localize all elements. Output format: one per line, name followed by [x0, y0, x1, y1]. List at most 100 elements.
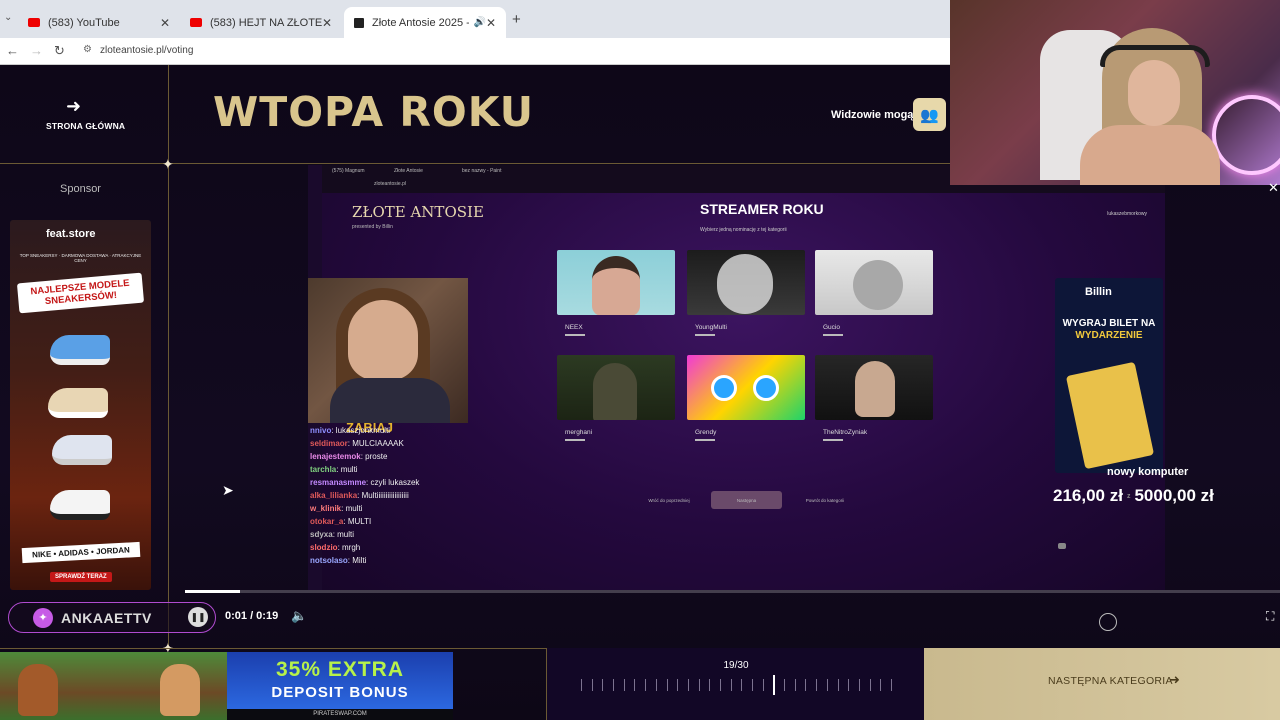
- pager-tick[interactable]: [591, 679, 593, 691]
- nominee-name: merghani: [565, 429, 593, 436]
- pager-tick-current[interactable]: [773, 675, 776, 695]
- ad-brand: feat.store: [46, 228, 96, 240]
- pager-tick[interactable]: [858, 679, 860, 691]
- pager-tick[interactable]: [698, 679, 700, 691]
- pager-tick[interactable]: [634, 679, 636, 691]
- pager-tick[interactable]: [741, 679, 743, 691]
- audio-icon[interactable]: 🔊: [473, 17, 485, 28]
- pager-tick[interactable]: [880, 679, 882, 691]
- chat-message: lenajestemok: proste: [310, 452, 388, 461]
- pager-tick[interactable]: [613, 679, 615, 691]
- pager-tick[interactable]: [794, 679, 796, 691]
- reload-icon[interactable]: ↻: [54, 43, 65, 59]
- chat-message: nnivo: lukaszjonkmulti: [310, 426, 391, 435]
- address-bar: ← → ↻ ⚙ zloteantosie.pl/voting: [0, 38, 950, 65]
- youtube-icon: [190, 18, 202, 27]
- new-tab-icon[interactable]: +: [512, 11, 521, 28]
- viewers-button[interactable]: 👥: [913, 98, 946, 131]
- nominee-image: [815, 250, 933, 315]
- close-icon[interactable]: ✕: [1268, 180, 1279, 196]
- inner-chat: nnivo: lukaszjonkmulti seldimaor: MULCIAA…: [310, 424, 480, 567]
- chat-text: Milti: [352, 556, 367, 565]
- pager-tick[interactable]: [666, 679, 668, 691]
- chat-text: czyli lukaszek: [370, 478, 420, 487]
- chat-username: tarchla: [310, 465, 337, 474]
- pager-tick[interactable]: [784, 679, 786, 691]
- nominee-bar: [565, 334, 585, 336]
- screen: ⌄ (583) YouTube ✕ (583) HEJT NA ZŁOTE AN…: [0, 0, 1280, 720]
- close-icon[interactable]: ✕: [160, 16, 170, 30]
- pager-tick[interactable]: [709, 679, 711, 691]
- fullscreen-icon[interactable]: ⛶: [1266, 609, 1274, 624]
- home-arrow-icon[interactable]: ➜: [66, 96, 81, 117]
- page-title: WTOPA ROKU: [213, 88, 535, 136]
- nominee-bar: [823, 439, 843, 441]
- pager-tick[interactable]: [805, 679, 807, 691]
- chat-message: slodzio: mrgh: [310, 543, 361, 552]
- pause-button[interactable]: ❚❚: [188, 607, 208, 627]
- pager-tick[interactable]: [623, 679, 625, 691]
- ticket-image: [1065, 361, 1155, 470]
- pager-tick[interactable]: [837, 679, 839, 691]
- site-info-icon[interactable]: ⚙: [83, 44, 92, 55]
- pager-tick[interactable]: [826, 679, 828, 691]
- pager-tick[interactable]: [602, 679, 604, 691]
- video-player[interactable]: (575) Magnum Złote Antosie bez nazwy - P…: [308, 165, 1165, 590]
- inner-ad-brand: Billin: [1085, 286, 1112, 298]
- tab-title: (583) YouTube: [48, 16, 120, 29]
- chat-message: seldimaor: MULCIAAAAK: [310, 439, 404, 448]
- pager-tick[interactable]: [891, 679, 892, 691]
- back-icon[interactable]: ←: [6, 43, 19, 58]
- url-field[interactable]: zloteantosie.pl/voting: [100, 45, 193, 56]
- ad-topline: TOP SNEAKERSY · DARMOWA DOSTAWA · ATRAKC…: [19, 253, 142, 263]
- pager-tick[interactable]: [730, 679, 732, 691]
- twitch-channel-badge: ✦ ANKAAETTV: [8, 602, 216, 633]
- tab-hejt[interactable]: (583) HEJT NA ZŁOTE ANTOSIE ✕: [180, 7, 342, 38]
- nominee-bar: [565, 439, 585, 441]
- nominee-name: YoungMulti: [695, 324, 727, 331]
- inner-tab: Złote Antosie: [394, 168, 423, 174]
- pager-tick[interactable]: [687, 679, 689, 691]
- tab-zlote-antosie[interactable]: Złote Antosie 2025 - Najwię 🔊 ✕: [344, 7, 506, 38]
- pager-tick[interactable]: [869, 679, 871, 691]
- pager-tick[interactable]: [762, 679, 764, 691]
- ad-headline: NAJLEPSZE MODELE SNEAKERSÓW!: [16, 272, 145, 314]
- next-category-button[interactable]: NASTĘPNA KATEGORIA ➜: [924, 648, 1280, 720]
- inner-categories-button: Powrót do kategorii: [805, 497, 845, 503]
- users-icon: 👥: [920, 106, 939, 124]
- headphones-icon: [1100, 45, 1210, 67]
- volume-icon[interactable]: 🔈: [291, 608, 307, 624]
- video-progress-track[interactable]: [185, 590, 1280, 593]
- next-category-label: NASTĘPNA KATEGORIA: [1048, 675, 1173, 687]
- game-ad-banner[interactable]: [0, 652, 227, 720]
- pager-tick[interactable]: [645, 679, 647, 691]
- pager-tick[interactable]: [752, 679, 754, 691]
- donation-current: 216,00 zł: [1053, 486, 1123, 505]
- channel-name: ANKAAETTV: [61, 610, 152, 626]
- close-icon[interactable]: ✕: [322, 16, 332, 30]
- inner-logo-sub: presented by Billin: [352, 224, 393, 230]
- inner-logo: ZŁOTE ANTOSIE presented by Billin: [352, 205, 484, 235]
- character-image: [18, 664, 58, 716]
- forward-icon[interactable]: →: [30, 43, 43, 58]
- video-time: 0:01 / 0:19: [225, 610, 279, 622]
- pager-tick[interactable]: [655, 679, 657, 691]
- pager-tick[interactable]: [581, 679, 582, 691]
- bonus-ad-banner[interactable]: 35% EXTRA DEPOSIT BONUS: [227, 652, 453, 709]
- tab-youtube[interactable]: (583) YouTube ✕: [18, 7, 180, 38]
- pager-tick[interactable]: [677, 679, 679, 691]
- character-image: [160, 664, 200, 716]
- inner-user: lukaszebmorkowy: [1107, 211, 1147, 217]
- tab-search-icon[interactable]: ⌄: [4, 12, 12, 23]
- pager-count: 19/30: [723, 660, 749, 671]
- pager-tick[interactable]: [816, 679, 818, 691]
- chat-text: multi: [345, 504, 363, 513]
- close-icon[interactable]: ✕: [486, 16, 496, 30]
- ad-cta-button[interactable]: SPRAWDŹ TERAZ: [50, 572, 112, 582]
- home-link[interactable]: STRONA GŁÓWNA: [46, 121, 125, 131]
- sponsor-banner[interactable]: feat.store TOP SNEAKERSY · DARMOWA DOSTA…: [10, 220, 151, 590]
- pager-tick[interactable]: [719, 679, 721, 691]
- video-progress-fill: [185, 590, 240, 593]
- pager-tick[interactable]: [848, 679, 850, 691]
- chat-message: resmanasmme: czyli lukaszek: [310, 478, 420, 487]
